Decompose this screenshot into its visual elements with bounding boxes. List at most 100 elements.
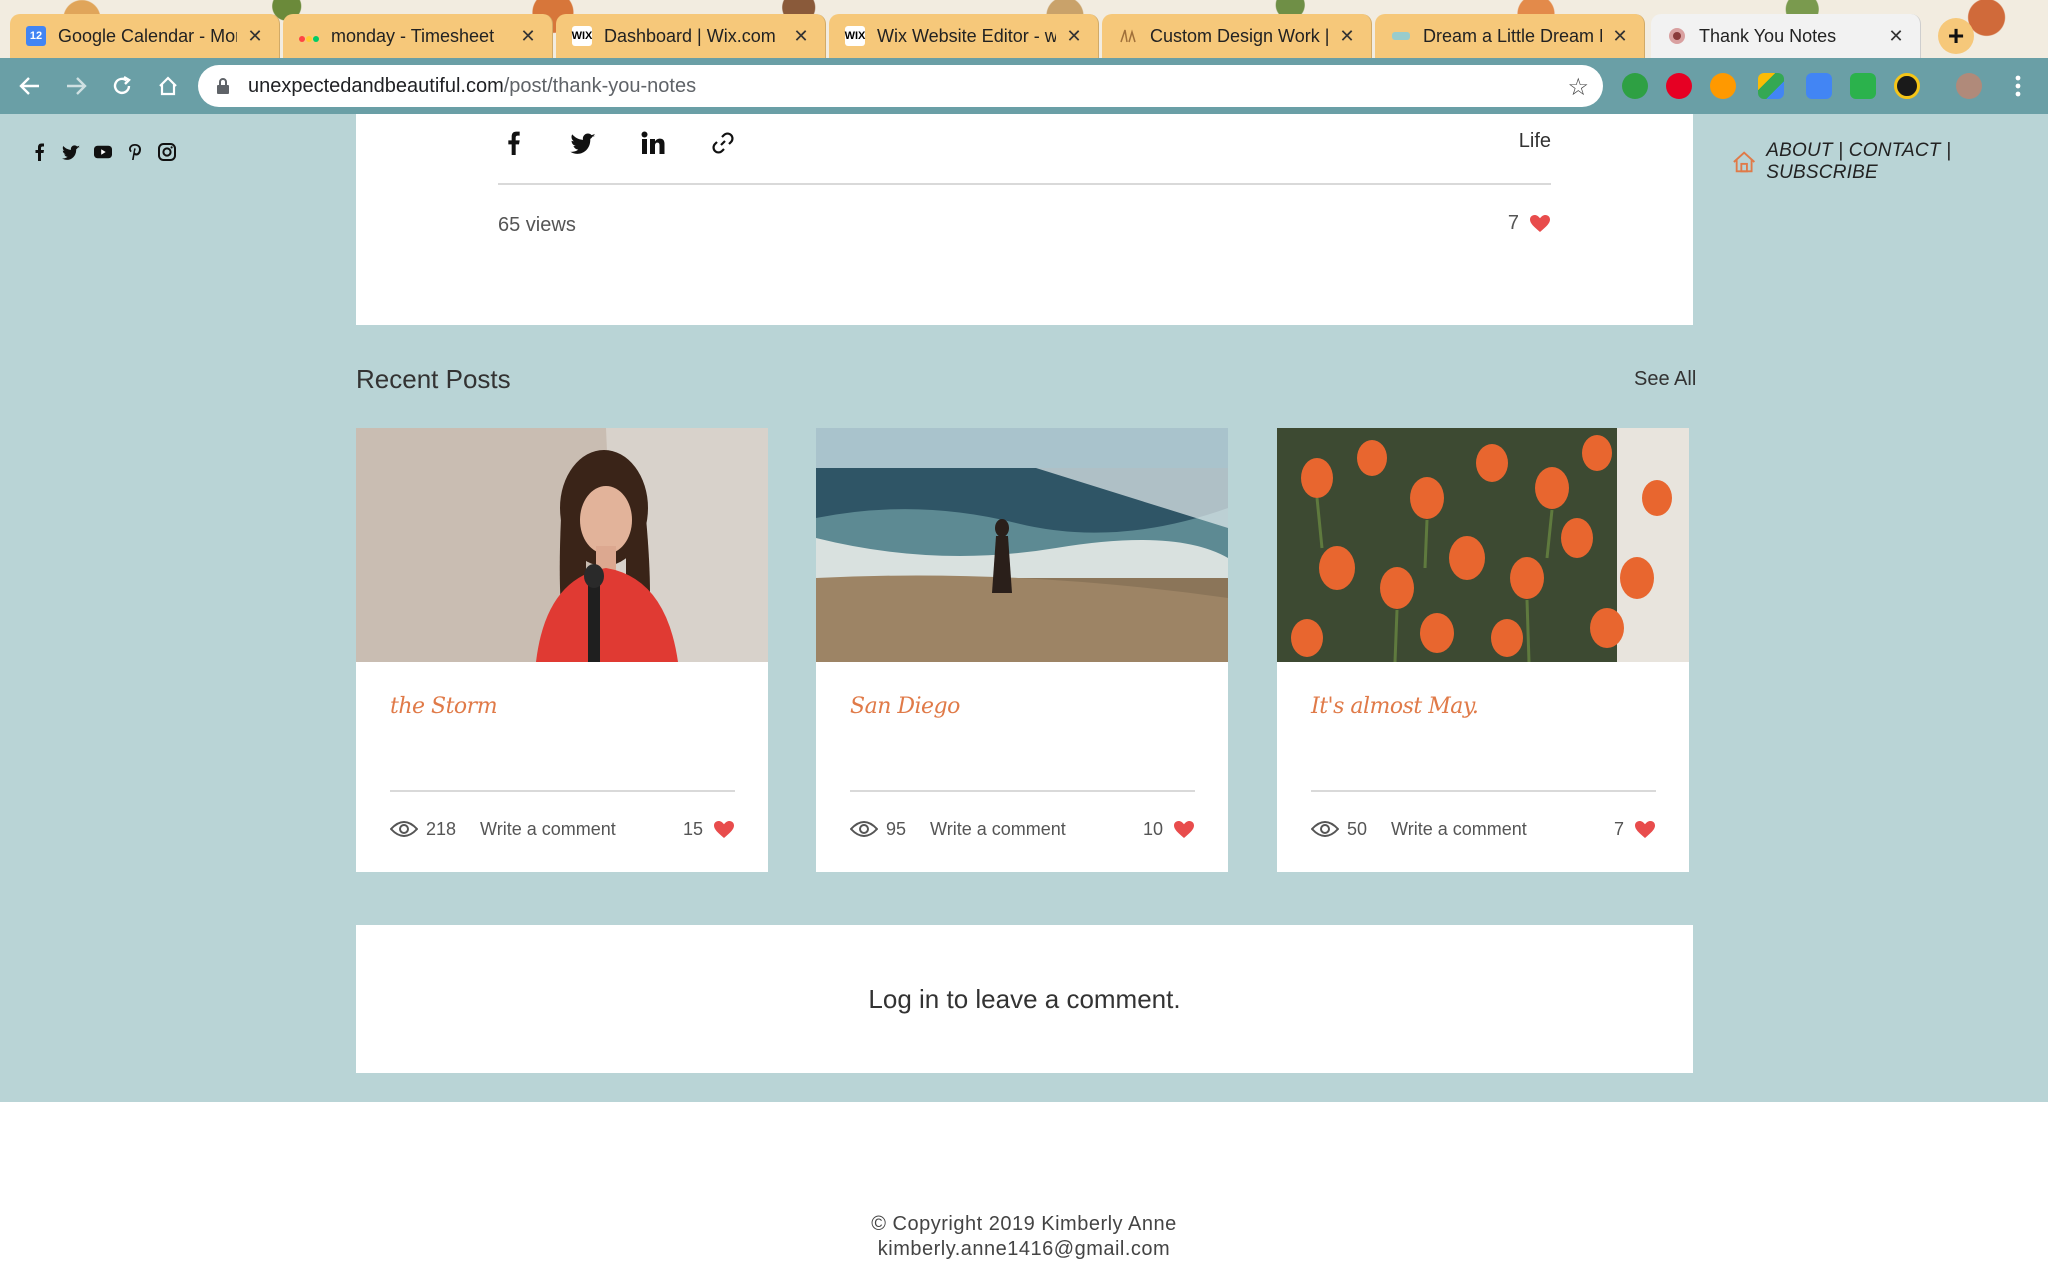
tab-monday[interactable]: monday - Timesheet ✕	[283, 14, 553, 58]
post-stats: 50 Write a comment 7	[1311, 816, 1656, 842]
recent-posts-heading: Recent Posts	[356, 364, 511, 394]
calendar-extension-icon[interactable]	[1806, 73, 1832, 99]
divider	[850, 790, 1195, 792]
pinterest-extension-icon[interactable]	[1666, 73, 1692, 99]
heart-icon[interactable]	[713, 820, 735, 839]
like-button[interactable]: 10	[1143, 819, 1195, 840]
share-twitter-icon[interactable]	[568, 128, 598, 158]
heart-icon[interactable]	[1173, 820, 1195, 839]
view-count: 218	[426, 818, 457, 839]
forward-icon[interactable]	[62, 72, 90, 100]
write-comment-link[interactable]: Write a comment	[1391, 819, 1527, 840]
post-like-button[interactable]: 7	[1508, 212, 1551, 235]
tab-title: Dream a Little Dream F	[1423, 25, 1602, 46]
close-icon[interactable]: ✕	[245, 26, 265, 47]
tab-title: Thank You Notes	[1699, 25, 1837, 46]
site-footer: © Copyright 2019 Kimberly Anne kimberly.…	[0, 1212, 2048, 1262]
eye-icon	[850, 821, 878, 837]
new-tab-button[interactable]: +	[1938, 18, 1974, 54]
evernote-icon[interactable]	[1622, 73, 1648, 99]
like-button[interactable]: 7	[1614, 819, 1656, 840]
comments-box: Log in to leave a comment.	[356, 925, 1693, 1073]
share-linkedin-icon[interactable]	[638, 128, 668, 158]
login-to-comment-link[interactable]: Log in to leave a comment.	[868, 984, 1180, 1015]
divider	[498, 183, 1551, 185]
thank-you-icon	[1667, 26, 1687, 46]
calendar-icon: 12	[26, 26, 46, 46]
post-category-link[interactable]: Life	[1519, 130, 1551, 153]
divider	[1311, 790, 1656, 792]
recent-post-title[interactable]: It's almost May.	[1311, 694, 1479, 719]
footer-email[interactable]: kimberly.anne1416@gmail.com	[0, 1237, 2048, 1262]
address-bar[interactable]: unexpectedandbeautiful.com/post/thank-yo…	[198, 65, 1603, 107]
tab-title: Google Calendar - Mor	[58, 25, 237, 46]
honey-icon[interactable]	[1894, 73, 1920, 99]
write-comment-link[interactable]: Write a comment	[930, 819, 1066, 840]
lock-icon	[217, 78, 229, 94]
tab-wix-dashboard[interactable]: WIX Dashboard | Wix.com ✕	[556, 14, 826, 58]
close-icon[interactable]: ✕	[791, 26, 811, 47]
avatar[interactable]	[1956, 73, 1982, 99]
close-icon[interactable]: ✕	[1610, 26, 1630, 47]
bookmark-star-icon[interactable]: ☆	[1567, 73, 1589, 102]
tab-title: Wix Website Editor - w	[877, 25, 1056, 46]
post-view-count: 65 views	[498, 214, 576, 236]
url-domain: unexpectedandbeautiful.com	[248, 74, 504, 97]
see-all-link[interactable]: See All	[1634, 368, 1696, 391]
close-icon[interactable]: ✕	[1886, 26, 1906, 47]
tab-google-calendar[interactable]: 12 Google Calendar - Mor ✕	[10, 14, 280, 58]
recent-post-card[interactable]: It's almost May. 50 Write a comment 7	[1277, 428, 1689, 872]
pinterest-icon[interactable]	[126, 143, 144, 161]
back-icon[interactable]	[16, 72, 44, 100]
recent-post-title[interactable]: San Diego	[850, 694, 960, 719]
twitter-icon[interactable]	[62, 143, 80, 161]
tab-custom-design[interactable]: Custom Design Work | ✕	[1102, 14, 1372, 58]
youtube-icon[interactable]	[94, 143, 112, 161]
view-count: 95	[886, 818, 907, 839]
close-icon[interactable]: ✕	[1064, 26, 1084, 47]
amazon-icon[interactable]	[1710, 73, 1736, 99]
wix-icon: WIX	[572, 26, 592, 46]
instagram-icon[interactable]	[158, 143, 176, 161]
recent-post-card[interactable]: San Diego 95 Write a comment 10	[816, 428, 1228, 872]
url-text: unexpectedandbeautiful.com/post/thank-yo…	[248, 75, 696, 98]
design-icon	[1118, 26, 1138, 46]
heart-icon[interactable]	[1529, 214, 1551, 233]
google-drive-icon[interactable]	[1758, 73, 1784, 99]
like-button[interactable]: 15	[683, 819, 735, 840]
post-thumbnail[interactable]	[1277, 428, 1689, 662]
write-comment-link[interactable]: Write a comment	[480, 819, 616, 840]
eye-icon	[390, 821, 418, 837]
site-nav: ABOUT | CONTACT | SUBSCRIBE	[1732, 140, 2048, 184]
reload-icon[interactable]	[108, 72, 136, 100]
social-links	[30, 143, 176, 161]
browser-toolbar: unexpectedandbeautiful.com/post/thank-yo…	[0, 58, 2048, 114]
home-icon[interactable]	[1732, 150, 1756, 174]
like-count: 10	[1142, 818, 1163, 839]
post-like-count: 7	[1507, 212, 1519, 234]
heart-icon[interactable]	[1634, 820, 1656, 839]
menu-icon[interactable]	[2004, 72, 2032, 100]
dream-icon	[1391, 26, 1411, 46]
home-icon[interactable]	[154, 72, 182, 100]
close-icon[interactable]: ✕	[1337, 26, 1357, 47]
wix-icon: WIX	[845, 26, 865, 46]
view-count: 50	[1347, 818, 1368, 839]
recent-post-title[interactable]: the Storm	[390, 694, 498, 719]
share-bar	[498, 128, 738, 158]
post-stats: 95 Write a comment 10	[850, 816, 1195, 842]
checkmark-icon[interactable]	[1850, 73, 1876, 99]
share-facebook-icon[interactable]	[498, 128, 528, 158]
facebook-icon[interactable]	[30, 143, 48, 161]
tab-wix-editor[interactable]: WIX Wix Website Editor - w ✕	[829, 14, 1099, 58]
nav-links[interactable]: ABOUT | CONTACT | SUBSCRIBE	[1766, 140, 2048, 184]
tab-dream[interactable]: Dream a Little Dream F ✕	[1375, 14, 1645, 58]
post-thumbnail[interactable]	[816, 428, 1228, 662]
monday-icon	[299, 26, 319, 46]
recent-post-card[interactable]: the Storm 218 Write a comment 15	[356, 428, 768, 872]
copy-link-icon[interactable]	[708, 128, 738, 158]
close-icon[interactable]: ✕	[518, 26, 538, 47]
tab-title: Dashboard | Wix.com	[604, 25, 776, 46]
post-thumbnail[interactable]	[356, 428, 768, 662]
tab-thank-you-notes[interactable]: Thank You Notes ✕	[1651, 14, 1921, 58]
